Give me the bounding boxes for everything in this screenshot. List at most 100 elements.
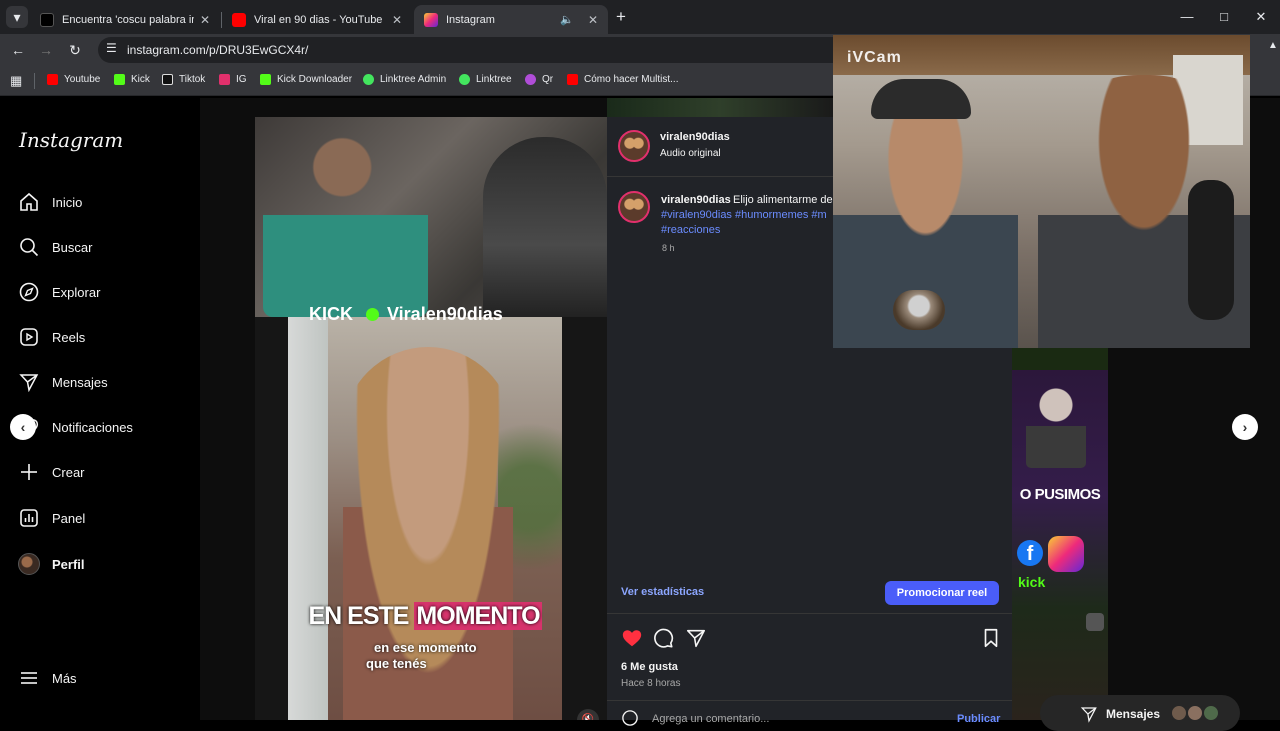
next-reel-headline: O PUSIMOS <box>1019 486 1101 503</box>
caption-hashtags[interactable]: #reacciones <box>661 224 720 236</box>
kick-text: kick <box>1018 574 1046 590</box>
avatar[interactable] <box>618 191 650 223</box>
webcam-label: iVCam <box>847 49 902 66</box>
tab-tiktok[interactable]: Encuentra 'coscu palabra inventada' ✕ <box>30 5 220 34</box>
emoji-icon[interactable] <box>621 709 639 727</box>
bookmark-multistream[interactable]: Cómo hacer Multist... <box>567 74 678 85</box>
bookmark-tiktok[interactable]: Tiktok <box>162 74 205 85</box>
video-caption-main: EN ESTE MOMENTO <box>288 602 562 631</box>
url-text[interactable]: instagram.com/p/DRU3EwGCX4r/ <box>127 43 308 57</box>
reload-button[interactable]: ↻ <box>65 40 85 60</box>
bookmark-label: Linktree <box>476 74 512 85</box>
new-tab-button[interactable]: + <box>607 6 635 28</box>
send-icon <box>1080 707 1097 723</box>
forward-button[interactable]: → <box>36 40 56 60</box>
close-icon[interactable]: ✕ <box>588 13 598 27</box>
publish-button[interactable]: Publicar <box>957 713 1000 725</box>
maximize-button[interactable]: □ <box>1210 6 1238 28</box>
tab-youtube[interactable]: Viral en 90 dias - YouTube ✕ <box>222 5 412 34</box>
nav-label: Buscar <box>52 239 93 255</box>
close-window-button[interactable]: ✕ <box>1247 6 1275 28</box>
video-caption-sub: en ese momento <box>374 640 477 655</box>
promote-reel-button[interactable]: Promocionar reel <box>885 581 999 605</box>
post-timestamp: Hace 8 horas <box>621 678 681 689</box>
nav-mensajes[interactable]: Mensajes <box>18 370 108 394</box>
caption-hashtags[interactable]: #viralen90dias #humormemes #m <box>661 209 827 221</box>
mute-icon[interactable]: 🔇 <box>577 709 599 720</box>
messages-bar[interactable]: Mensajes <box>1040 695 1240 731</box>
linktree-icon <box>459 74 470 85</box>
tab-search-button[interactable]: ▾ <box>6 6 28 28</box>
back-button[interactable]: ← <box>8 40 28 60</box>
bookmark-qr[interactable]: Qr <box>525 74 553 85</box>
bookmark-linktree[interactable]: Linktree <box>459 74 512 85</box>
nav-label: Panel <box>52 510 86 526</box>
nav-buscar[interactable]: Buscar <box>18 235 92 259</box>
plus-icon <box>18 461 40 483</box>
video-podcast-scene <box>255 117 607 317</box>
site-info-icon[interactable]: ☰ <box>106 41 117 55</box>
bookmark-linktree-admin[interactable]: Linktree Admin <box>363 74 446 85</box>
apps-icon[interactable]: ▦ <box>10 73 22 89</box>
like-button[interactable] <box>621 627 643 649</box>
nav-inicio[interactable]: Inicio <box>18 190 82 214</box>
messages-label: Mensajes <box>1106 707 1161 721</box>
comment-button[interactable] <box>652 627 674 649</box>
kick-logo-text: KICK <box>309 304 353 324</box>
save-button[interactable] <box>980 627 1002 649</box>
instagram-icon <box>424 12 438 27</box>
nav-reels[interactable]: Reels <box>18 325 85 349</box>
caption-word: EN ESTE <box>308 602 409 630</box>
post-username[interactable]: viralen90dias <box>660 131 730 143</box>
share-button[interactable] <box>685 627 707 649</box>
send-icon <box>686 629 706 648</box>
nav-crear[interactable]: Crear <box>18 460 85 484</box>
bookmark-label: Youtube <box>64 74 101 85</box>
menu-icon <box>18 667 40 689</box>
webcam-cap-image <box>871 79 971 119</box>
bookmark-label: Qr <box>542 74 554 85</box>
youtube-icon <box>232 12 246 27</box>
speaker-icon[interactable]: 🔈 <box>560 13 574 26</box>
video-inset-clip: EN ESTE MOMENTO en ese momento que tenés <box>288 317 562 720</box>
nav-mas[interactable]: Más <box>18 666 77 690</box>
bookmark-kick[interactable]: Kick <box>114 74 150 85</box>
tab-label: Viral en 90 dias - YouTube <box>254 13 383 26</box>
nav-explorar[interactable]: Explorar <box>18 280 100 304</box>
close-icon[interactable]: ✕ <box>392 13 402 27</box>
send-icon <box>18 371 40 393</box>
nav-panel[interactable]: Panel <box>18 506 85 530</box>
caption-time: 8 h <box>662 243 675 253</box>
like-count[interactable]: 6 Me gusta <box>621 661 678 673</box>
bookmark-label: Kick <box>131 74 150 85</box>
minimize-button[interactable]: — <box>1173 6 1201 28</box>
bookmark-kick-downloader[interactable]: Kick Downloader <box>260 74 352 85</box>
previous-post-button[interactable]: ‹ <box>10 414 36 440</box>
tab-instagram[interactable]: Instagram 🔈 ✕ <box>414 5 608 34</box>
youtube-icon <box>567 74 578 85</box>
bookmark-ig[interactable]: IG <box>219 74 247 85</box>
close-icon[interactable]: ✕ <box>200 13 210 27</box>
instagram-icon <box>219 74 230 85</box>
instagram-logo[interactable]: Instagram <box>19 128 123 152</box>
comment-input[interactable]: Agrega un comentario... <box>652 713 769 725</box>
nav-perfil[interactable]: Perfil <box>18 552 85 576</box>
youtube-icon <box>47 74 58 85</box>
nav-label: Mensajes <box>52 374 108 390</box>
dashboard-icon <box>18 507 40 529</box>
nav-label: Perfil <box>52 556 85 572</box>
post-audio-link[interactable]: Audio original <box>660 148 721 159</box>
bookmark-label: Tiktok <box>179 74 206 85</box>
view-stats-link[interactable]: Ver estadísticas <box>621 586 704 598</box>
next-post-button[interactable]: › <box>1232 414 1258 440</box>
webcam-mate-image <box>893 290 945 330</box>
reel-video[interactable]: EN ESTE MOMENTO en ese momento que tenés… <box>255 117 607 720</box>
comment-icon <box>654 628 674 648</box>
avatar <box>18 553 40 575</box>
next-reel-person-image <box>1026 378 1086 468</box>
bookmark-youtube[interactable]: Youtube <box>47 74 100 85</box>
scrollbar[interactable]: ▲ <box>1268 40 1278 66</box>
webcam-microphone-image <box>1188 180 1234 320</box>
avatar[interactable] <box>618 130 650 162</box>
caption-username[interactable]: viralen90dias <box>661 194 731 206</box>
